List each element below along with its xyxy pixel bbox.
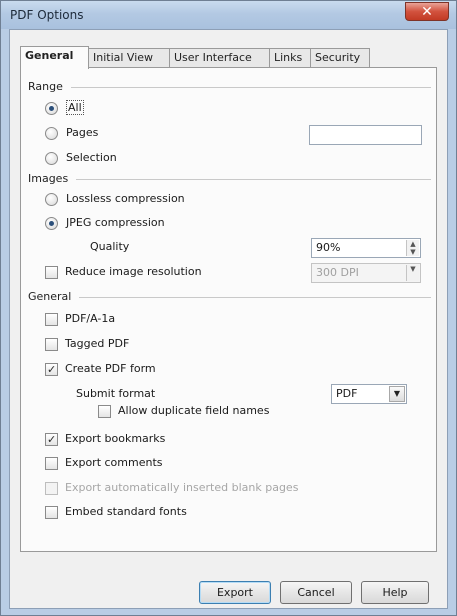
export-blank-pages-label: Export automatically inserted blank page… — [65, 481, 299, 494]
title-bar[interactable]: PDF Options ✕ — [1, 1, 456, 29]
resolution-combobox[interactable]: 300 DPI ▼ — [311, 263, 421, 283]
close-icon: ✕ — [421, 4, 433, 20]
range-heading: Range — [28, 80, 63, 93]
range-all-option[interactable]: All — [45, 99, 84, 117]
lossless-label: Lossless compression — [66, 192, 185, 205]
pdfa-option[interactable]: PDF/A-1a — [45, 310, 115, 328]
quality-label: Quality — [90, 240, 130, 253]
embed-fonts-checkbox[interactable] — [45, 505, 58, 519]
allow-duplicate-option[interactable]: Allow duplicate field names — [98, 402, 269, 420]
export-bookmarks-label: Export bookmarks — [65, 432, 166, 445]
create-form-option[interactable]: Create PDF form — [45, 360, 156, 379]
general-divider — [79, 297, 431, 298]
reduce-resolution-option[interactable]: Reduce image resolution — [45, 263, 202, 281]
general-heading: General — [28, 290, 72, 303]
allow-duplicate-label: Allow duplicate field names — [118, 404, 270, 417]
tagged-pdf-label: Tagged PDF — [65, 337, 130, 350]
jpeg-radio[interactable] — [45, 216, 58, 230]
pdfa-checkbox[interactable] — [45, 312, 58, 326]
reduce-resolution-label: Reduce image resolution — [65, 265, 202, 278]
range-pages-radio[interactable] — [45, 126, 58, 140]
submit-format-row: Submit format — [76, 385, 155, 403]
range-all-label: All — [66, 100, 84, 115]
tab-general[interactable]: General — [20, 46, 89, 69]
submit-format-label: Submit format — [76, 387, 156, 400]
quality-spinbox[interactable]: 90% ▲ ▼ — [311, 238, 421, 258]
create-form-label: Create PDF form — [65, 362, 156, 375]
dialog-body: General Initial View User Interface Link… — [9, 29, 448, 609]
submit-format-dropdown[interactable]: PDF ▼ — [331, 384, 407, 404]
jpeg-label: JPEG compression — [66, 216, 165, 229]
reduce-resolution-checkbox[interactable] — [45, 265, 58, 279]
tab-initial-view[interactable]: Initial View — [88, 48, 170, 68]
lossless-radio[interactable] — [45, 192, 58, 206]
range-selection-label: Selection — [66, 151, 117, 164]
export-blank-pages-checkbox — [45, 481, 58, 495]
export-comments-checkbox[interactable] — [45, 456, 58, 470]
range-pages-label: Pages — [66, 126, 99, 139]
tagged-pdf-option[interactable]: Tagged PDF — [45, 335, 129, 353]
export-comments-label: Export comments — [65, 456, 163, 469]
images-divider — [76, 179, 431, 180]
pdfa-label: PDF/A-1a — [65, 312, 116, 325]
tab-links[interactable]: Links — [269, 48, 311, 68]
general-tab-panel: Range All Pages Selection Images Lossles… — [20, 67, 437, 552]
quality-row: Quality — [90, 238, 129, 256]
export-bookmarks-option[interactable]: Export bookmarks — [45, 430, 166, 449]
help-button[interactable]: Help — [361, 581, 429, 604]
quality-spin-button[interactable]: ▲ ▼ — [406, 240, 419, 256]
submit-format-value: PDF — [336, 387, 358, 400]
embed-fonts-option[interactable]: Embed standard fonts — [45, 503, 187, 521]
range-divider — [71, 87, 431, 88]
chevron-down-icon[interactable]: ▼ — [389, 386, 405, 402]
resolution-dropdown-button[interactable]: ▼ — [406, 265, 419, 281]
cancel-button[interactable]: Cancel — [280, 581, 352, 604]
create-form-checkbox[interactable] — [45, 361, 58, 379]
allow-duplicate-checkbox[interactable] — [98, 404, 111, 418]
window-title: PDF Options — [10, 8, 84, 22]
quality-value: 90% — [316, 241, 341, 254]
range-all-radio[interactable] — [45, 101, 58, 115]
lossless-option[interactable]: Lossless compression — [45, 190, 185, 208]
export-blank-pages-option: Export automatically inserted blank page… — [45, 479, 298, 497]
pages-input[interactable] — [309, 125, 422, 145]
tab-security[interactable]: Security — [310, 48, 370, 68]
embed-fonts-label: Embed standard fonts — [65, 505, 187, 518]
close-button[interactable]: ✕ — [405, 2, 449, 21]
range-pages-option[interactable]: Pages — [45, 124, 98, 142]
jpeg-option[interactable]: JPEG compression — [45, 214, 165, 232]
tagged-pdf-checkbox[interactable] — [45, 337, 58, 351]
range-selection-radio[interactable] — [45, 151, 58, 165]
export-bookmarks-checkbox[interactable] — [45, 431, 58, 449]
images-heading: Images — [28, 172, 69, 185]
export-button[interactable]: Export — [199, 581, 271, 604]
resolution-value: 300 DPI — [316, 266, 359, 279]
tab-user-interface[interactable]: User Interface — [169, 48, 270, 68]
pdf-options-dialog: PDF Options ✕ General Initial View User … — [0, 0, 457, 616]
export-comments-option[interactable]: Export comments — [45, 454, 163, 472]
range-selection-option[interactable]: Selection — [45, 149, 117, 167]
